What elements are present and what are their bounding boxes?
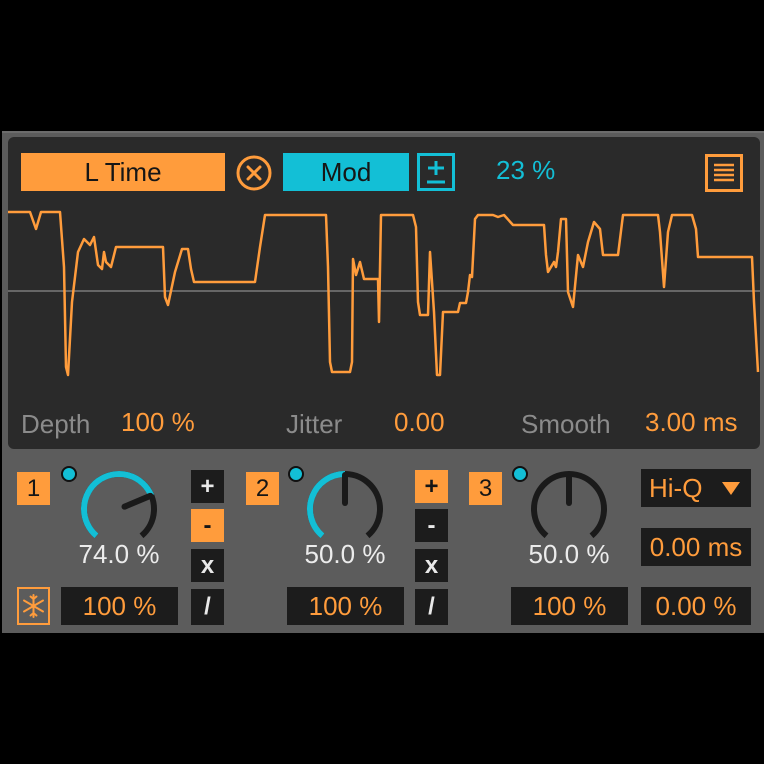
depth-label: Depth <box>21 409 91 439</box>
slot-1-number[interactable]: 1 <box>17 472 50 505</box>
mod-label: Mod <box>320 156 372 187</box>
slot-1-op-subtract[interactable]: - <box>191 509 224 542</box>
knob-value-arc <box>307 471 346 539</box>
triangle-down-icon <box>722 482 740 495</box>
slot-3-number[interactable]: 3 <box>469 472 502 505</box>
jitter-value[interactable]: 0.00 <box>394 407 445 438</box>
quality-dropdown[interactable]: Hi-Q <box>641 469 751 507</box>
waveform-line <box>8 210 760 377</box>
knob-value-arc <box>81 471 155 539</box>
bipolar-toggle[interactable] <box>417 153 455 191</box>
mod-button[interactable]: Mod <box>283 153 409 191</box>
slot-1-op-add[interactable]: + <box>191 470 224 503</box>
slot-2-number[interactable]: 2 <box>246 472 279 505</box>
time-value[interactable]: 0.00 ms <box>641 528 751 566</box>
smooth-label: Smooth <box>521 409 611 439</box>
knob-pointer <box>121 492 154 510</box>
slot-2-knob-value: 50.0 % <box>304 539 386 569</box>
modulation-waveform <box>8 210 760 377</box>
menu-button[interactable] <box>705 154 743 192</box>
modulation-display: L Time Mod 23 % Depth 100 % Jitter 0.00 … <box>8 137 760 449</box>
slot-1-op-divide[interactable]: / <box>191 589 224 625</box>
source-label: L Time <box>84 156 162 187</box>
smooth-value[interactable]: 3.00 ms <box>645 407 738 438</box>
slot-2-amount[interactable]: 100 % <box>287 587 404 625</box>
slot-2-op-subtract[interactable]: - <box>415 509 448 542</box>
depth-value[interactable]: 100 % <box>121 407 195 438</box>
slot-2-op-divide[interactable]: / <box>415 589 448 625</box>
mod-amount[interactable]: 23 % <box>496 155 555 186</box>
slot-3-knob-value: 50.0 % <box>528 539 610 569</box>
plus-minus-icon <box>417 153 455 191</box>
slot-2-op-multiply[interactable]: x <box>415 549 448 582</box>
close-circle-icon <box>236 155 272 191</box>
slot-1-knob-value: 74.0 % <box>78 539 160 569</box>
snowflake-icon <box>23 594 44 618</box>
percent-value[interactable]: 0.00 % <box>641 587 751 625</box>
clear-button[interactable] <box>235 154 273 192</box>
jitter-label: Jitter <box>286 409 343 439</box>
quality-value: Hi-Q <box>649 472 703 503</box>
source-select-button[interactable]: L Time <box>21 153 225 191</box>
slot-3-amount[interactable]: 100 % <box>511 587 628 625</box>
list-icon <box>705 154 743 192</box>
freeze-button[interactable] <box>17 587 50 625</box>
slot-2-op-add[interactable]: + <box>415 470 448 503</box>
device-panel: L Time Mod 23 % Depth 100 % Jitter 0.00 … <box>2 131 764 633</box>
slot-1-amount[interactable]: 100 % <box>61 587 178 625</box>
slot-1-op-multiply[interactable]: x <box>191 549 224 582</box>
